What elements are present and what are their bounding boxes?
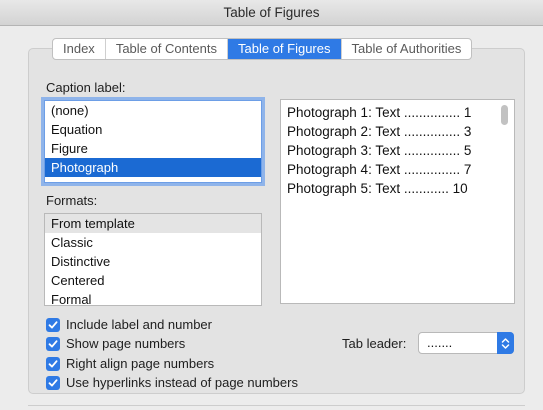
tab-leader-label: Tab leader:	[342, 336, 407, 351]
list-item-highlighted[interactable]: From template	[45, 214, 261, 233]
option-use-hyperlinks[interactable]: Use hyperlinks instead of page numbers	[46, 374, 298, 391]
list-item-selected[interactable]: Photograph	[45, 158, 261, 177]
preview-line: Photograph 4: Text ............... 7	[287, 162, 472, 177]
caption-label-heading: Caption label:	[46, 80, 126, 95]
option-label: Use hyperlinks instead of page numbers	[66, 375, 298, 390]
tab-index[interactable]: Index	[53, 39, 106, 59]
formats-heading: Formats:	[46, 193, 98, 208]
option-include-label[interactable]: Include label and number	[46, 316, 212, 333]
list-item[interactable]: Centered	[45, 271, 261, 290]
option-show-page-numbers[interactable]: Show page numbers	[46, 335, 185, 352]
checkbox-checked-icon[interactable]	[46, 375, 60, 390]
checkbox-checked-icon[interactable]	[46, 356, 60, 371]
formats-list[interactable]: From template Classic Distinctive Center…	[44, 213, 262, 306]
divider	[28, 405, 525, 406]
chevron-up-down-icon[interactable]	[497, 332, 514, 354]
window-titlebar: Table of Figures	[0, 0, 543, 26]
option-label: Show page numbers	[66, 336, 186, 351]
preview-line: Photograph 5: Text ............ 10	[287, 181, 468, 196]
tab-table-of-authorities[interactable]: Table of Authorities	[342, 39, 472, 59]
tab-table-of-contents[interactable]: Table of Contents	[106, 39, 228, 59]
preview-line: Photograph 1: Text ............... 1	[287, 105, 472, 120]
list-item[interactable]: (none)	[45, 101, 261, 120]
tab-table-of-figures[interactable]: Table of Figures	[228, 39, 342, 59]
option-label: Right align page numbers	[66, 356, 215, 371]
option-label: Include label and number	[66, 317, 212, 332]
preview-line: Photograph 2: Text ............... 3	[287, 124, 472, 139]
list-item[interactable]: Figure	[45, 139, 261, 158]
list-item[interactable]: Formal	[45, 290, 261, 305]
window-title: Table of Figures	[223, 5, 320, 20]
preview-box: Photograph 1: Text ............... 1 Pho…	[280, 99, 515, 304]
list-item[interactable]: Equation	[45, 120, 261, 139]
option-right-align[interactable]: Right align page numbers	[46, 355, 214, 372]
tab-bar: Index Table of Contents Table of Figures…	[52, 38, 473, 60]
list-item[interactable]: Distinctive	[45, 252, 261, 271]
tab-leader-value: .......	[427, 335, 453, 350]
list-item[interactable]: Classic	[45, 233, 261, 252]
tab-leader-select[interactable]: .......	[418, 332, 514, 354]
checkbox-checked-icon[interactable]	[46, 317, 60, 332]
preview-scrollbar[interactable]	[501, 105, 508, 125]
checkbox-checked-icon[interactable]	[46, 336, 60, 351]
preview-line: Photograph 3: Text ............... 5	[287, 143, 472, 158]
caption-label-list[interactable]: (none) Equation Figure Photograph	[44, 100, 262, 183]
